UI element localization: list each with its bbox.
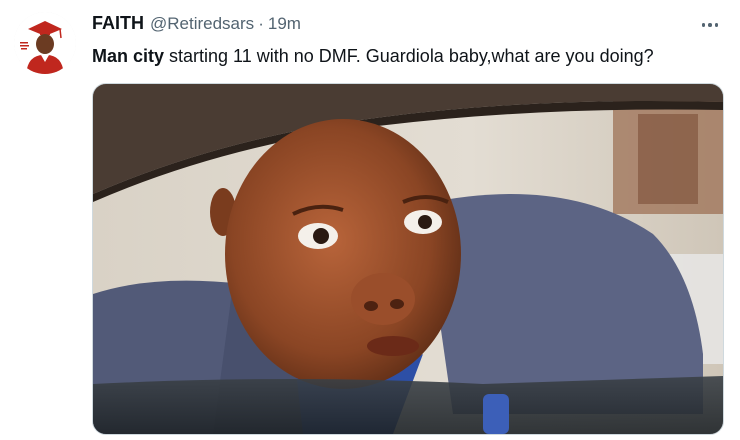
more-dot [714, 23, 719, 27]
tweet-header: FAITH @Retiredsars · 19m [92, 13, 301, 39]
tweet-text-bold: Man city [92, 46, 165, 66]
more-horizontal-icon [701, 23, 706, 27]
avatar[interactable] [14, 12, 76, 74]
timestamp[interactable]: 19m [268, 14, 301, 34]
more-options-button[interactable] [696, 14, 724, 36]
tweet-text: Man city starting 11 with no DMF. Guardi… [92, 44, 712, 68]
display-name[interactable]: FAITH [92, 13, 144, 34]
tweet-media-image[interactable] [92, 83, 724, 435]
tweet[interactable]: FAITH @Retiredsars · 19m Man city starti… [0, 0, 740, 440]
tweet-text-rest: starting 11 with no DMF. Guardiola baby,… [164, 46, 654, 66]
user-handle[interactable]: @Retiredsars [150, 14, 254, 34]
separator-dot: · [258, 14, 264, 33]
more-dot [708, 23, 712, 27]
